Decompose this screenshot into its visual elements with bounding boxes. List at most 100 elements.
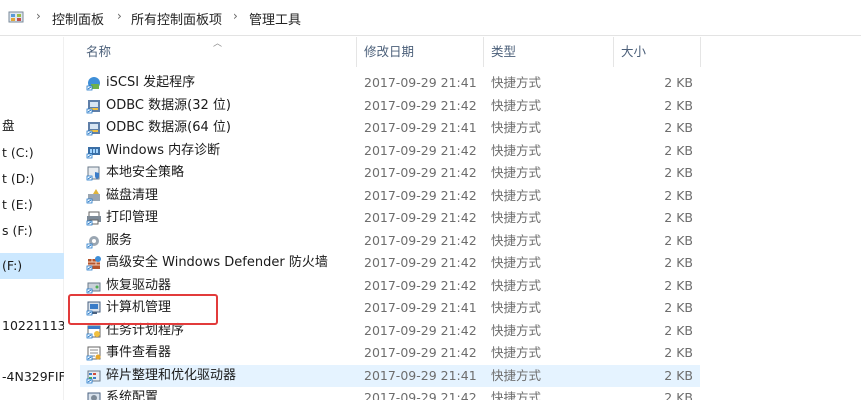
column-divider[interactable]: [356, 37, 357, 67]
column-divider[interactable]: [700, 37, 701, 67]
file-size: 2 KB: [664, 142, 693, 158]
nav-item-network-1[interactable]: 102211138: [0, 315, 64, 337]
file-name: Windows 内存诊断: [106, 142, 221, 158]
chevron-right-icon[interactable]: ›: [233, 9, 238, 23]
breadcrumb-item[interactable]: 所有控制面板项: [131, 9, 222, 28]
file-type: 快捷方式: [491, 210, 542, 225]
file-row[interactable]: 碎片整理和优化驱动器 2017-09-29 21:41 快捷方式 2 KB: [80, 364, 700, 387]
column-divider[interactable]: [483, 37, 484, 67]
file-row[interactable]: iSCSI 发起程序 2017-09-29 21:41 快捷方式 2 KB: [80, 72, 700, 95]
column-header-date[interactable]: 修改日期: [364, 37, 414, 67]
file-size: 2 KB: [664, 277, 693, 293]
nav-item[interactable]: 盘: [0, 115, 64, 137]
file-date: 2017-09-29 21:42: [364, 142, 477, 158]
file-type: 快捷方式: [491, 300, 542, 315]
file-date: 2017-09-29 21:42: [364, 210, 477, 225]
nav-item-drive-f[interactable]: s (F:): [0, 220, 64, 242]
file-size: 2 KB: [664, 322, 693, 338]
column-header-size[interactable]: 大小: [621, 37, 646, 67]
file-size: 2 KB: [664, 120, 693, 135]
system-config-icon: [87, 392, 101, 400]
chevron-right-icon[interactable]: ›: [117, 9, 122, 23]
disk-cleanup-icon: [86, 188, 100, 203]
sort-up-icon[interactable]: ︿: [213, 36, 222, 49]
file-size: 2 KB: [664, 300, 693, 315]
file-row[interactable]: 服务 2017-09-29 21:42 快捷方式 2 KB: [80, 230, 700, 253]
file-date: 2017-09-29 21:42: [364, 390, 477, 400]
file-row[interactable]: 本地安全策略 2017-09-29 21:42 快捷方式 2 KB: [80, 162, 700, 185]
file-row[interactable]: Windows 内存诊断 2017-09-29 21:42 快捷方式 2 KB: [80, 140, 700, 163]
column-header-type[interactable]: 类型: [491, 37, 516, 67]
file-date: 2017-09-29 21:42: [364, 187, 477, 203]
annotation-highlight-box: [68, 294, 218, 325]
file-date: 2017-09-29 21:42: [364, 165, 477, 180]
file-type: 快捷方式: [491, 277, 542, 293]
file-row[interactable]: 打印管理 2017-09-29 21:42 快捷方式 2 KB: [80, 207, 700, 230]
nav-item-drive-e[interactable]: t (E:): [0, 194, 64, 216]
security-policy-icon: [86, 166, 100, 181]
file-list: iSCSI 发起程序 2017-09-29 21:41 快捷方式 2 KB ODBC 数…: [80, 72, 700, 400]
file-type: 快捷方式: [491, 187, 542, 203]
file-type: 快捷方式: [491, 75, 542, 90]
file-date: 2017-09-29 21:42: [364, 97, 477, 113]
event-viewer-icon: [86, 346, 101, 361]
recovery-drive-icon: [86, 282, 101, 293]
file-type: 快捷方式: [491, 232, 542, 248]
breadcrumb-item[interactable]: 管理工具: [249, 9, 301, 28]
iscsi-icon: [86, 77, 100, 91]
file-row[interactable]: 事件查看器 2017-09-29 21:42 快捷方式 2 KB: [80, 342, 700, 365]
address-bar[interactable]: › 控制面板 › 所有控制面板项 › 管理工具: [0, 0, 861, 36]
services-icon: [86, 235, 99, 248]
chevron-right-icon[interactable]: ›: [36, 9, 41, 23]
breadcrumb-item[interactable]: 控制面板: [52, 9, 104, 28]
file-date: 2017-09-29 21:42: [364, 232, 477, 248]
file-row[interactable]: ODBC 数据源(32 位) 2017-09-29 21:42 快捷方式 2 KB: [80, 95, 700, 118]
file-date: 2017-09-29 21:42: [364, 255, 477, 270]
file-size: 2 KB: [664, 165, 693, 180]
column-header-name[interactable]: 名称: [86, 37, 111, 67]
file-type: 快捷方式: [491, 142, 542, 158]
file-size: 2 KB: [664, 232, 693, 248]
file-name: 磁盘清理: [106, 187, 159, 203]
file-date: 2017-09-29 21:41: [364, 300, 477, 315]
file-size: 2 KB: [664, 390, 693, 400]
file-name: 系统配置: [106, 390, 159, 400]
print-management-icon: [86, 211, 101, 226]
navigation-pane[interactable]: 盘 t (C:) t (D:) t (E:) s (F:) (F:) 10221…: [0, 37, 64, 400]
file-name: 事件查看器: [106, 345, 172, 360]
file-size: 2 KB: [664, 367, 693, 383]
file-size: 2 KB: [664, 187, 693, 203]
file-name: 服务: [106, 232, 133, 248]
file-name: ODBC 数据源(32 位): [106, 97, 231, 113]
file-name: 本地安全策略: [106, 165, 185, 180]
file-size: 2 KB: [664, 345, 693, 360]
file-row[interactable]: 高级安全 Windows Defender 防火墙 2017-09-29 21:4…: [80, 252, 700, 275]
file-date: 2017-09-29 21:42: [364, 322, 477, 338]
file-date: 2017-09-29 21:41: [364, 367, 477, 383]
file-name: 打印管理: [106, 210, 159, 225]
file-type: 快捷方式: [491, 97, 542, 113]
nav-item-drive-d[interactable]: t (D:): [0, 168, 64, 190]
nav-item-drive-f-selected[interactable]: (F:): [0, 253, 64, 279]
file-type: 快捷方式: [491, 322, 542, 338]
file-type: 快捷方式: [491, 120, 542, 135]
file-size: 2 KB: [664, 210, 693, 225]
nav-item-drive-c[interactable]: t (C:): [0, 142, 64, 164]
file-size: 2 KB: [664, 97, 693, 113]
column-divider[interactable]: [613, 37, 614, 67]
memory-diagnostic-icon: [86, 146, 100, 158]
file-row[interactable]: 磁盘清理 2017-09-29 21:42 快捷方式 2 KB: [80, 185, 700, 208]
file-row[interactable]: 系统配置 2017-09-29 21:42 快捷方式 2 KB: [80, 387, 700, 400]
file-size: 2 KB: [664, 255, 693, 270]
file-row[interactable]: ODBC 数据源(64 位) 2017-09-29 21:41 快捷方式 2 KB: [80, 117, 700, 140]
nav-item-network-2[interactable]: -4N329FIF: [0, 366, 64, 388]
file-date: 2017-09-29 21:41: [364, 75, 477, 90]
file-date: 2017-09-29 21:42: [364, 345, 477, 360]
file-name: 碎片整理和优化驱动器: [106, 367, 237, 383]
file-name: iSCSI 发起程序: [106, 75, 196, 90]
file-type: 快捷方式: [491, 345, 542, 360]
file-date: 2017-09-29 21:41: [364, 120, 477, 135]
file-type: 快捷方式: [491, 165, 542, 180]
defrag-icon: [86, 370, 101, 383]
odbc-icon: [86, 99, 100, 113]
